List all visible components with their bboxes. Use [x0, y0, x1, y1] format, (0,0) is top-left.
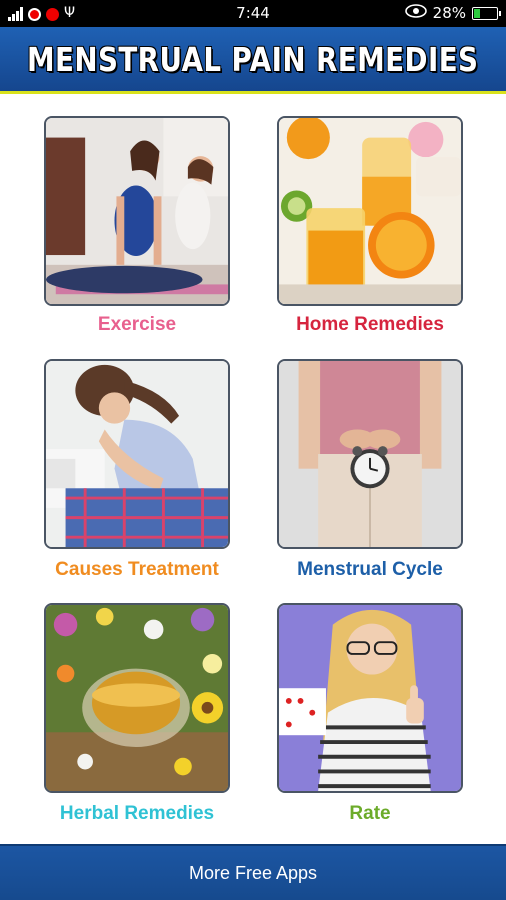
orange-juice-photo [279, 118, 461, 304]
rate-tile-image[interactable] [277, 603, 463, 793]
status-bar: Ψ 7:44 28% [0, 0, 506, 27]
exercise-label[interactable]: Exercise [22, 314, 252, 336]
herbal-remedies-tile-image[interactable] [44, 603, 230, 793]
yoga-women-photo [46, 118, 228, 304]
battery-percent: 28% [432, 4, 466, 22]
eye-icon [404, 4, 427, 22]
alarm-clock-photo [279, 361, 461, 547]
herbal-remedies-label[interactable]: Herbal Remedies [22, 803, 252, 825]
battery-icon [472, 6, 501, 20]
causes-treatment-label[interactable]: Causes Treatment [22, 559, 252, 581]
thumbs-up-woman-photo [279, 605, 461, 791]
status-right-icons: 28% [404, 4, 501, 22]
woman-cramps-photo [46, 361, 228, 547]
app-header: MENSTRUAL PAIN REMEDIES [0, 27, 506, 94]
exercise-tile-image[interactable] [44, 116, 230, 306]
more-free-apps-button[interactable]: More Free Apps [0, 844, 506, 900]
menstrual-cycle-label[interactable]: Menstrual Cycle [255, 559, 485, 581]
battery-fill [474, 8, 480, 18]
home-remedies-label[interactable]: Home Remedies [255, 314, 485, 336]
home-remedies-tile-image[interactable] [277, 116, 463, 306]
more-free-apps-label: More Free Apps [188, 862, 318, 883]
herbal-tea-photo [46, 605, 228, 791]
menstrual-cycle-tile-image[interactable] [277, 359, 463, 549]
rate-label[interactable]: Rate [255, 803, 485, 825]
page-title: MENSTRUAL PAIN REMEDIES [27, 39, 479, 79]
causes-treatment-tile-image[interactable] [44, 359, 230, 549]
